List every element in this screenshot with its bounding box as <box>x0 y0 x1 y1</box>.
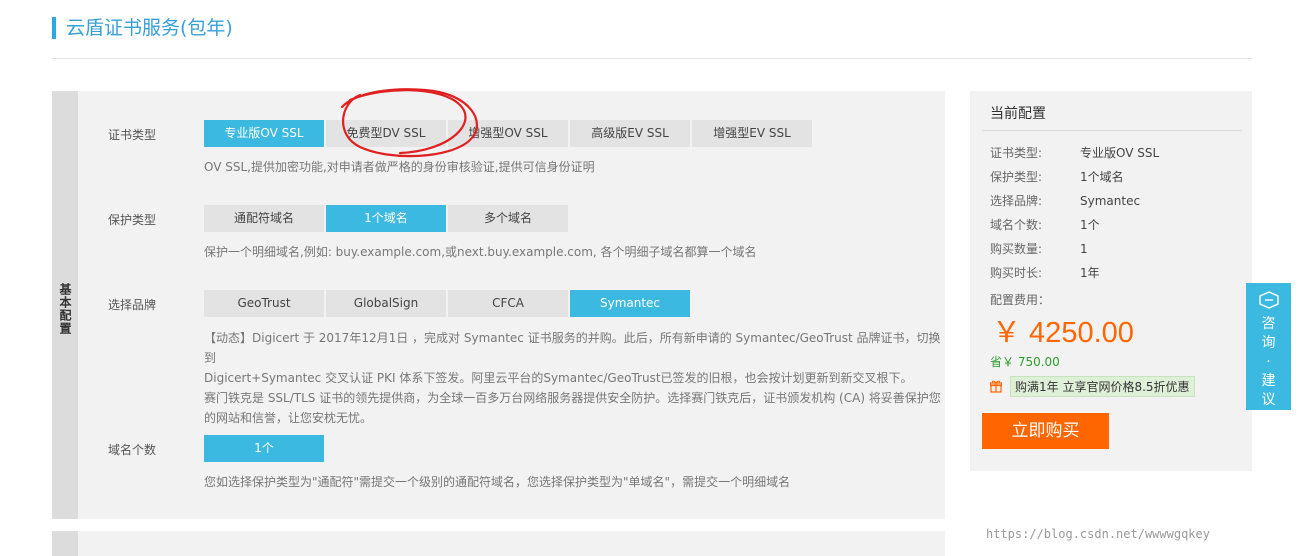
brand-label: 选择品牌 <box>108 298 157 312</box>
domain-count-options: 1个 <box>204 435 326 462</box>
watermark: https://blog.csdn.net/wwwwgqkey <box>986 527 1210 541</box>
summary-value: 1 <box>1080 242 1088 256</box>
summary-title: 当前配置 <box>990 106 1046 122</box>
brand-options: GeoTrust GlobalSign CFCA Symantec <box>204 290 692 317</box>
summary-key: 购买时长: <box>990 266 1043 280</box>
consult-suggest-button[interactable]: 咨询·建议 <box>1246 283 1291 410</box>
buy-now-button[interactable]: 立即购买 <box>982 413 1109 449</box>
promo: 购满1年 立享官网价格8.5折优惠 <box>990 376 1195 397</box>
protect-type-label: 保护类型 <box>108 213 157 227</box>
fee-label: 配置费用： <box>990 293 1051 307</box>
chat-bubble-icon <box>1258 291 1279 309</box>
brand-option[interactable]: Symantec <box>570 290 690 317</box>
brand-option[interactable]: GlobalSign <box>326 290 446 317</box>
cert-type-desc: OV SSL,提供加密功能,对申请者做严格的身份审核验证,提供可信身份证明 <box>204 160 595 174</box>
savings: 省￥ 750.00 <box>990 355 1060 369</box>
summary-row: 证书类型: 专业版OV SSL <box>990 144 1159 161</box>
summary-row: 域名个数: 1个 <box>990 216 1100 233</box>
summary-row: 保护类型: 1个域名 <box>990 168 1124 185</box>
cert-type-label: 证书类型 <box>108 128 157 142</box>
protect-type-option[interactable]: 多个域名 <box>448 205 568 232</box>
brand-option[interactable]: GeoTrust <box>204 290 324 317</box>
summary-row: 购买时长: 1年 <box>990 264 1100 281</box>
promo-tag: 购满1年 立享官网价格8.5折优惠 <box>1010 376 1195 397</box>
summary-key: 域名个数: <box>990 218 1043 232</box>
price: ￥ 4250.00 <box>992 317 1134 349</box>
order-summary: 当前配置 证书类型: 专业版OV SSL 保护类型: 1个域名 选择品牌: Syman… <box>970 91 1252 471</box>
protect-type-option[interactable]: 通配符域名 <box>204 205 324 232</box>
brand-desc-line: Digicert+Symantec 交叉认证 PKI 体系下签发。阿里云平台的S… <box>204 371 913 385</box>
basic-config-label: 基本配置 <box>58 283 72 335</box>
gift-icon <box>990 380 1002 393</box>
protect-type-options: 通配符域名 1个域名 多个域名 <box>204 205 570 232</box>
summary-value: 1个 <box>1080 218 1100 232</box>
cert-type-option[interactable]: 免费型DV SSL <box>326 120 446 147</box>
protect-type-option[interactable]: 1个域名 <box>326 205 446 232</box>
domain-count-option[interactable]: 1个 <box>204 435 324 462</box>
summary-key: 选择品牌: <box>990 194 1043 208</box>
title-divider <box>52 58 1252 59</box>
summary-row: 购买数量: 1 <box>990 240 1088 257</box>
config-panel: 基本配置 证书类型 专业版OV SSL 免费型DV SSL 增强型OV SSL … <box>52 91 945 519</box>
domain-count-label: 域名个数 <box>108 443 157 457</box>
brand-option[interactable]: CFCA <box>448 290 568 317</box>
summary-key: 证书类型: <box>990 146 1043 160</box>
summary-value: Symantec <box>1080 194 1141 208</box>
basic-config-tab: 基本配置 <box>52 91 78 519</box>
cert-type-options: 专业版OV SSL 免费型DV SSL 增强型OV SSL 高级版EV SSL … <box>204 120 814 147</box>
summary-value: 1个域名 <box>1080 170 1124 184</box>
summary-row: 选择品牌: Symantec <box>990 192 1140 209</box>
summary-value: 专业版OV SSL <box>1080 146 1160 160</box>
cert-type-option[interactable]: 增强型OV SSL <box>448 120 568 147</box>
protect-type-desc: 保护一个明细域名,例如: buy.example.com,或next.buy.e… <box>204 245 757 259</box>
page-title: 云盾证书服务(包年) <box>52 17 233 39</box>
config-panel-next <box>52 531 945 556</box>
brand-desc-line: 的网站和信誉，让您安枕无忧。 <box>204 411 373 425</box>
brand-desc: 【动态】Digicert 于 2017年12月1日 ，完成对 Symantec … <box>204 328 944 428</box>
summary-key: 保护类型: <box>990 170 1043 184</box>
cert-type-option[interactable]: 高级版EV SSL <box>570 120 690 147</box>
next-config-tab <box>52 531 78 556</box>
summary-divider <box>982 130 1242 131</box>
summary-value: 1年 <box>1080 266 1100 280</box>
brand-desc-line: 【动态】Digicert 于 2017年12月1日 ，完成对 Symantec … <box>204 331 941 365</box>
summary-key: 购买数量: <box>990 242 1043 256</box>
cert-type-option[interactable]: 专业版OV SSL <box>204 120 324 147</box>
consult-suggest-label: 咨询·建议 <box>1261 316 1276 408</box>
brand-desc-line: 赛门铁克是 SSL/TLS 证书的领先提供商，为全球一百多万台网络服务器提供安全… <box>204 391 941 405</box>
cert-type-option[interactable]: 增强型EV SSL <box>692 120 812 147</box>
domain-count-desc: 您如选择保护类型为"通配符"需提交一个级别的通配符域名，您选择保护类型为"单域名… <box>204 475 791 489</box>
